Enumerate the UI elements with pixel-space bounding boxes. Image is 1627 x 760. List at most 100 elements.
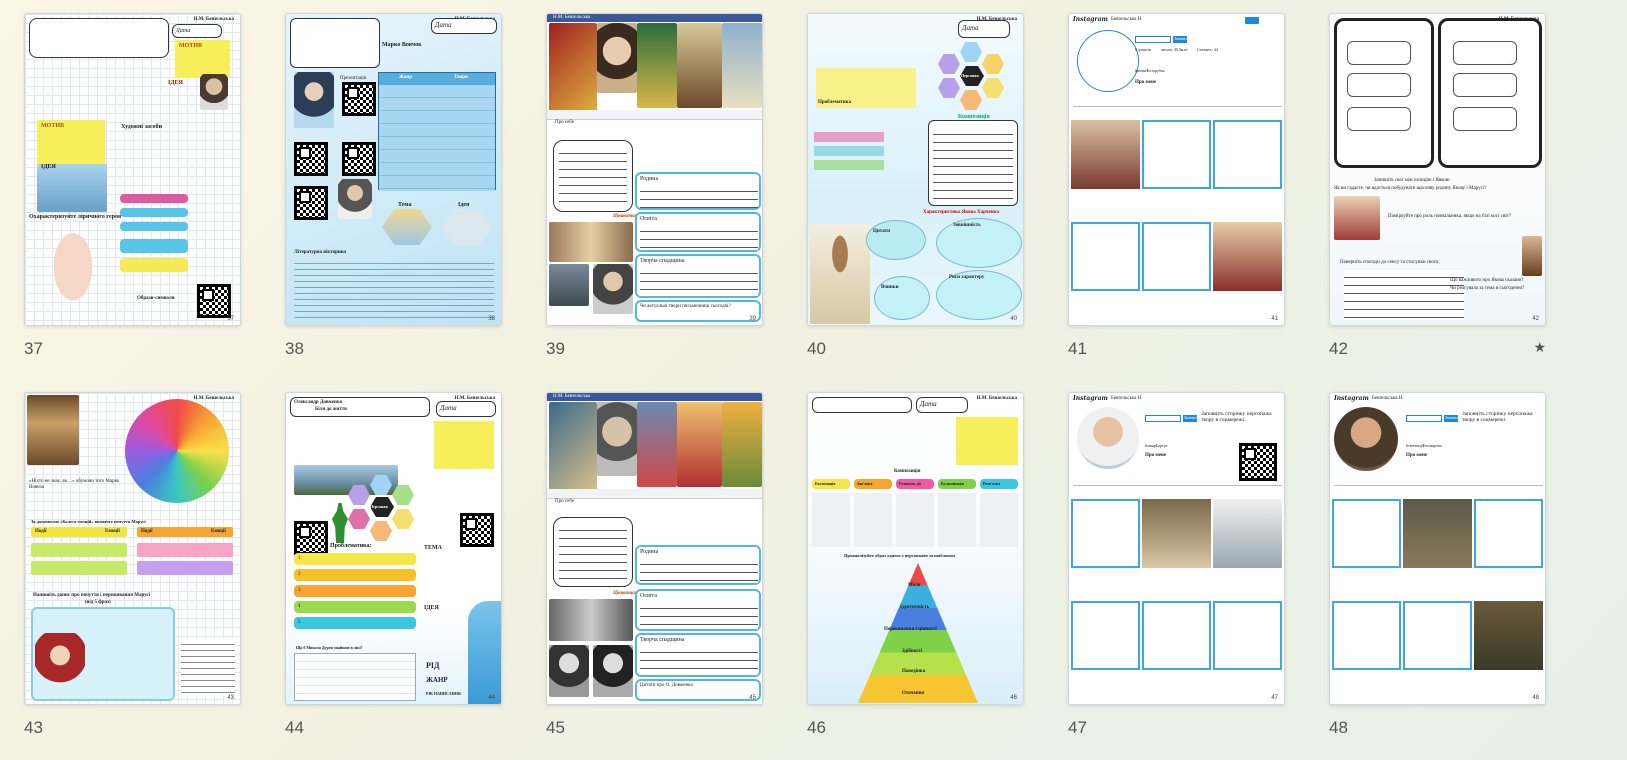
theme-hexagon [382,209,432,245]
bio-label: Про мене [1406,453,1428,458]
col-3-label: Розвиток дії [899,481,921,486]
date-label: Дата [176,28,191,34]
instagram-logo: Instagram [1073,395,1108,402]
post-slot-4[interactable] [1332,601,1401,670]
slide-number: 37 [24,339,43,358]
portrait-photo-2 [593,645,633,697]
profile-username: Бевзельська Н. [1111,17,1143,22]
posts-count: 0 дописів [1135,47,1152,52]
quiz-form[interactable] [294,653,416,701]
genre-header: Жанр [399,75,412,80]
ship-image [37,164,107,212]
slide-cell-39: Н.М. Бевзельська Про себе Родина Цікавин… [546,13,763,358]
hero-figure-image [810,224,870,324]
table-title: За допомогою «Колеса емоцій» визначте по… [31,519,146,524]
col-4-tag: Кульмінація [938,479,976,489]
avatar-image [1077,407,1139,469]
hex-6 [370,521,392,541]
about-label: Про себе [555,499,575,504]
slide-thumbnail-41[interactable]: Instagram Бевзельська Н. Змінити 0 допис… [1068,13,1285,326]
star-icon[interactable]: ★ [1533,339,1546,356]
education-label: Освіта [640,216,657,222]
slide-thumbnail-47[interactable]: Instagram Бевзельська Н. Змінити Заповні… [1068,392,1285,705]
education-box: Освіта [635,212,761,252]
problem-num-2: 2 [298,572,301,577]
post-slot-1[interactable] [1332,499,1401,568]
edit-button[interactable]: Змінити [1173,36,1188,43]
slide-thumbnail-44[interactable]: Олександр Довженко Біля до життя Н.М. Бе… [285,392,502,705]
creative-label: Творча спадщина [640,637,685,643]
problem-row-5: 5 [294,617,416,629]
slide-thumbnail-48[interactable]: Instagram Бевзельська Н. Змінити Заповні… [1329,392,1546,705]
year-label: РІК НАПИСАННЯ [426,691,461,696]
name-field[interactable] [1135,36,1171,43]
post-slot-5[interactable] [1142,222,1211,291]
slide-thumbnail-39[interactable]: Н.М. Бевзельська Про себе Родина Цікавин… [546,13,763,326]
photo-strip [549,599,633,641]
slide-cell-42: Н.М. Бевзельська Запишіть свої між позиц… [1329,13,1546,358]
hex-2 [960,42,982,62]
family-label: Родина [640,176,659,182]
fill-prompt: Заповніть сторінку персонажа твору в соц… [1462,411,1533,423]
slide-thumbnail-46[interactable]: Дата Н.М. Бевзельська Композиція Експози… [807,392,1024,705]
date-box: Дата [431,18,497,34]
edit-button-label: Змінити [1445,415,1459,420]
post-slot-5[interactable] [1142,601,1211,670]
problem-num-4: 4 [298,604,301,609]
slide-thumbnail-40[interactable]: Н.М. Бевзельська Дата Проблематика Персо… [807,13,1024,326]
girl-image [35,633,85,697]
slide-thumbnail-43[interactable]: Н.М. Бевзельська «Ніхто не знає, як…» об… [24,392,241,705]
post-slot-2[interactable] [1142,120,1211,189]
slide-thumbnail-45[interactable]: Н.М. Бевзельська Про себе Родина Цікавин… [546,392,763,705]
post-slot-6[interactable] [1213,601,1282,670]
post-image-6 [1474,601,1543,670]
level-4: Здібності [902,649,923,654]
literature-heading: Літературна вікторина [294,250,347,255]
level-1: Місія [908,583,921,588]
creative-lines [640,266,758,296]
hex-5 [392,509,414,529]
post-slot-3[interactable] [1474,499,1543,568]
instagram-logo: Instagram [1073,16,1108,23]
bio-label: Про мене [1145,453,1167,458]
post-slot-3[interactable] [1213,120,1282,189]
topbar-author: Н.М. Бевзельська [553,15,591,20]
post-slot-1[interactable] [1071,499,1140,568]
about-label: Про себе [555,120,575,125]
deeds-label: Вчинки [881,285,899,290]
edit-button[interactable]: Змінити [1183,415,1198,422]
slide-thumbnail-38[interactable]: Н.М. Бевзельська Дата Марко Вовчок Презе… [285,13,502,326]
post-slot-5[interactable] [1403,601,1472,670]
date-label: Дата [435,21,452,29]
stripe-pink [814,132,884,142]
date-label: Дата [440,404,457,412]
slide-thumbnail-37[interactable]: Дата Н.М. Бевзельська МОТИВ ІДЕЯ МОТИВ І… [24,13,241,326]
idea-hexagon [442,209,492,245]
col-2-label: Зав'язка [857,481,873,486]
soldier-silhouette [332,503,348,543]
date-label: Дата [920,400,937,408]
education-box: Освіта [635,589,761,631]
list-intro: Поверніть спогади до сенсу та стосунки с… [1340,260,1439,265]
login-button[interactable] [1245,17,1259,24]
name-field[interactable] [1406,415,1442,422]
page-number: 48 [1532,695,1539,701]
appearance-label: Зовнішність [953,223,981,228]
col-5-tag: Розв'язка [980,479,1018,489]
slide-thumbnail-42[interactable]: Н.М. Бевзельська Запишіть свої між позиц… [1329,13,1546,326]
page-number: 43 [227,695,234,701]
motive-label: МОТИВ [179,43,203,49]
book-cover-3 [677,23,722,108]
about-box [553,140,633,212]
pink-label [120,194,188,203]
post-slot-4[interactable] [1071,222,1140,291]
edit-button[interactable]: Змінити [1444,415,1459,422]
slide-cell-46: Дата Н.М. Бевзельська Композиція Експози… [807,392,1024,737]
level-5: Поведінка [902,669,926,674]
question-box: Цитати про О. Довженка [635,679,761,701]
qr-code-4 [294,186,328,220]
post-slot-4[interactable] [1071,601,1140,670]
name-field[interactable] [1145,415,1181,422]
slide-cell-47: Instagram Бевзельська Н. Змінити Заповні… [1068,392,1285,737]
zhanr-label: ЖАНР [426,676,448,684]
